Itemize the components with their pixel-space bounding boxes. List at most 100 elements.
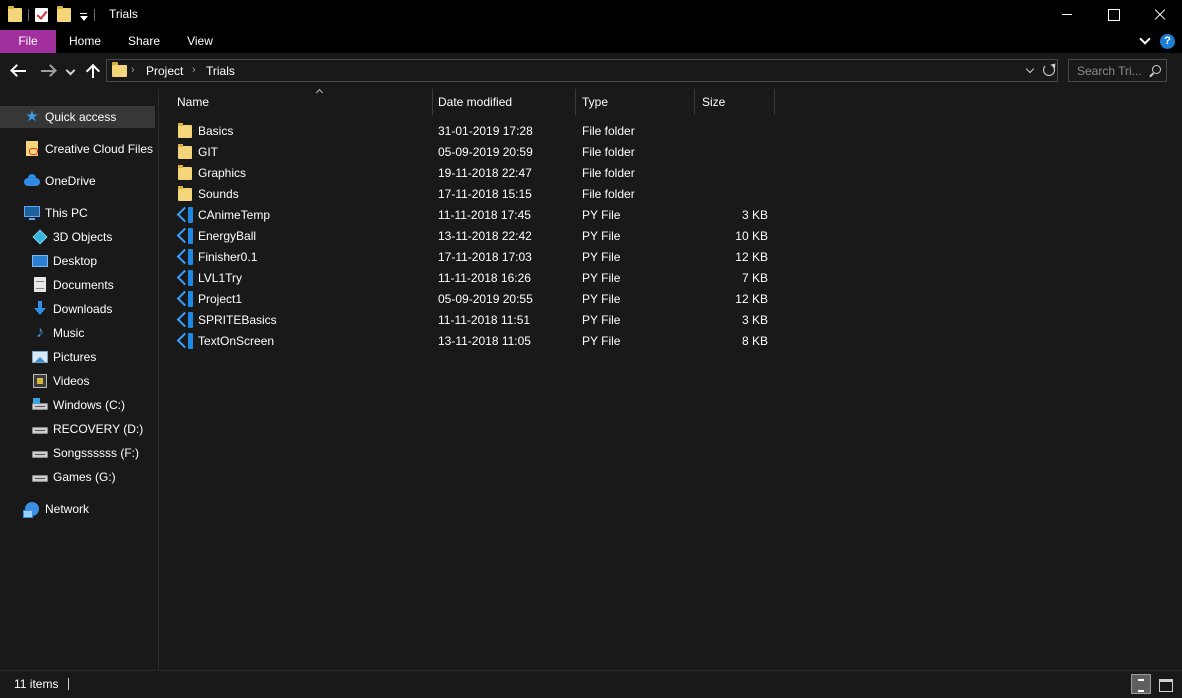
sidebar-item-songs-f[interactable]: Songssssss (F:) [0, 442, 158, 464]
file-row[interactable]: EnergyBall 13-11-2018 22:42 PY File 10 KB [174, 225, 794, 246]
window-controls [1044, 0, 1182, 30]
drive-icon [32, 421, 48, 437]
column-divider[interactable] [774, 89, 775, 115]
desktop-icon [32, 253, 48, 269]
file-row[interactable]: Sounds 17-11-2018 15:15 File folder [174, 183, 794, 204]
breadcrumb-trials[interactable]: Trials [206, 64, 235, 78]
column-divider[interactable] [694, 89, 695, 115]
sidebar-item-games-g[interactable]: Games (G:) [0, 466, 158, 488]
up-arrow-button[interactable] [83, 61, 103, 81]
file-row[interactable]: LVL1Try 11-11-2018 16:26 PY File 7 KB [174, 267, 794, 288]
sidebar-item-recovery-d[interactable]: RECOVERY (D:) [0, 418, 158, 440]
sidebar-item-pictures[interactable]: Pictures [0, 346, 158, 368]
folder-icon [178, 123, 194, 139]
file-type: PY File [582, 271, 621, 285]
creative-cloud-icon [24, 141, 40, 157]
minimize-button[interactable] [1044, 0, 1090, 30]
sidebar-item-downloads[interactable]: Downloads [0, 298, 158, 320]
help-icon[interactable]: ? [1160, 34, 1175, 49]
music-icon: ♪ [36, 324, 44, 341]
forward-button[interactable] [38, 61, 58, 81]
column-header-type[interactable]: Type [582, 89, 694, 115]
folder-icon [8, 6, 22, 23]
status-divider [68, 678, 69, 690]
file-date-modified: 11-11-2018 11:51 [438, 313, 531, 327]
sidebar-item-onedrive[interactable]: OneDrive [0, 170, 158, 192]
sidebar-item-3d-objects[interactable]: 3D Objects [0, 226, 158, 248]
file-list: Name Date modified Type Size Basics 31-01… [159, 89, 1182, 670]
file-name: CAnimeTemp [198, 208, 271, 222]
file-name: Project1 [198, 292, 243, 306]
navigation-pane: ★ Quick access Creative Cloud Files OneD… [0, 89, 158, 670]
column-header-name[interactable]: Name [177, 89, 432, 115]
new-folder-icon[interactable] [57, 6, 71, 23]
details-view-icon[interactable] [1131, 674, 1151, 694]
file-row[interactable]: Project1 05-09-2019 20:55 PY File 12 KB [174, 288, 794, 309]
column-header-size[interactable]: Size [702, 89, 774, 115]
back-button[interactable] [9, 61, 29, 81]
sidebar-item-windows-c[interactable]: Windows (C:) [0, 394, 158, 416]
navigation-bar: › Project › Trials Search Tri... [0, 53, 1182, 89]
file-row[interactable]: GIT 05-09-2019 20:59 File folder [174, 141, 794, 162]
sidebar-item-videos[interactable]: Videos [0, 370, 158, 392]
file-type: PY File [582, 229, 621, 243]
tab-home[interactable]: Home [62, 30, 108, 53]
search-icon[interactable] [1149, 65, 1161, 77]
sidebar-item-documents[interactable]: Documents [0, 274, 158, 296]
status-bar: 11 items [0, 670, 1182, 698]
tab-share[interactable]: Share [122, 30, 166, 53]
tab-view[interactable]: View [180, 30, 220, 53]
column-divider[interactable] [432, 89, 433, 115]
file-type: File folder [582, 166, 635, 180]
file-size: 3 KB [741, 208, 768, 222]
breadcrumb-project[interactable]: Project [146, 64, 183, 78]
file-row[interactable]: Basics 31-01-2019 17:28 File folder [174, 120, 794, 141]
column-divider[interactable] [575, 89, 576, 115]
drive-icon [32, 397, 48, 413]
recent-locations-dropdown-icon[interactable] [64, 61, 78, 81]
sidebar-item-label: Games (G:) [53, 470, 116, 484]
address-bar[interactable]: › Project › Trials [106, 59, 1058, 82]
sidebar-item-creative-cloud-files[interactable]: Creative Cloud Files [0, 138, 158, 160]
ribbon-tabs: File Home Share View ? [0, 30, 1182, 53]
file-type: PY File [582, 250, 621, 264]
expand-ribbon-chevron-icon[interactable] [1139, 35, 1151, 47]
sidebar-item-desktop[interactable]: Desktop [0, 250, 158, 272]
sidebar-item-label: Pictures [53, 350, 97, 364]
sidebar-item-label: OneDrive [45, 174, 96, 188]
file-row[interactable]: Finisher0.1 17-11-2018 17:03 PY File 12 KB [174, 246, 794, 267]
sidebar-item-label: Creative Cloud Files [45, 142, 154, 156]
vscode-file-icon [176, 269, 194, 286]
sidebar-item-this-pc[interactable]: This PC [0, 202, 158, 224]
tab-file[interactable]: File [0, 30, 56, 53]
file-type: File folder [582, 145, 635, 159]
breadcrumb-separator[interactable]: › [192, 64, 196, 76]
file-row[interactable]: CAnimeTemp 11-11-2018 17:45 PY File 3 KB [174, 204, 794, 225]
file-row[interactable]: SPRITEBasics 11-11-2018 11:51 PY File 3 KB [174, 309, 794, 330]
sidebar-item-network[interactable]: Network [0, 498, 158, 520]
column-header-date-modified[interactable]: Date modified [438, 89, 575, 115]
forward-arrow-icon [41, 70, 55, 72]
customize-toolbar-dropdown-icon[interactable] [79, 12, 88, 22]
search-input[interactable]: Search Tri... [1068, 59, 1167, 82]
file-row[interactable]: Graphics 19-11-2018 22:47 File folder [174, 162, 794, 183]
refresh-icon[interactable] [1043, 64, 1055, 76]
sidebar-item-label: RECOVERY (D:) [53, 422, 144, 436]
address-history-chevron-icon[interactable] [1027, 66, 1035, 74]
file-name: SPRITEBasics [198, 313, 277, 327]
title-bar: Trials [0, 0, 1182, 30]
file-size: 8 KB [741, 334, 768, 348]
back-arrow-icon [12, 70, 26, 72]
file-type: PY File [582, 292, 621, 306]
large-icons-view-icon[interactable] [1156, 674, 1176, 694]
sidebar-item-music[interactable]: ♪ Music [0, 322, 158, 344]
folder-icon [178, 144, 194, 160]
properties-icon[interactable] [35, 7, 49, 23]
file-size: 12 KB [735, 250, 768, 264]
close-button[interactable] [1136, 0, 1182, 30]
sidebar-item-quick-access[interactable]: ★ Quick access [0, 106, 155, 128]
maximize-button[interactable] [1090, 0, 1136, 30]
file-date-modified: 19-11-2018 22:47 [438, 166, 532, 180]
file-row[interactable]: TextOnScreen 13-11-2018 11:05 PY File 8 KB [174, 330, 794, 351]
breadcrumb-separator[interactable]: › [131, 64, 135, 76]
